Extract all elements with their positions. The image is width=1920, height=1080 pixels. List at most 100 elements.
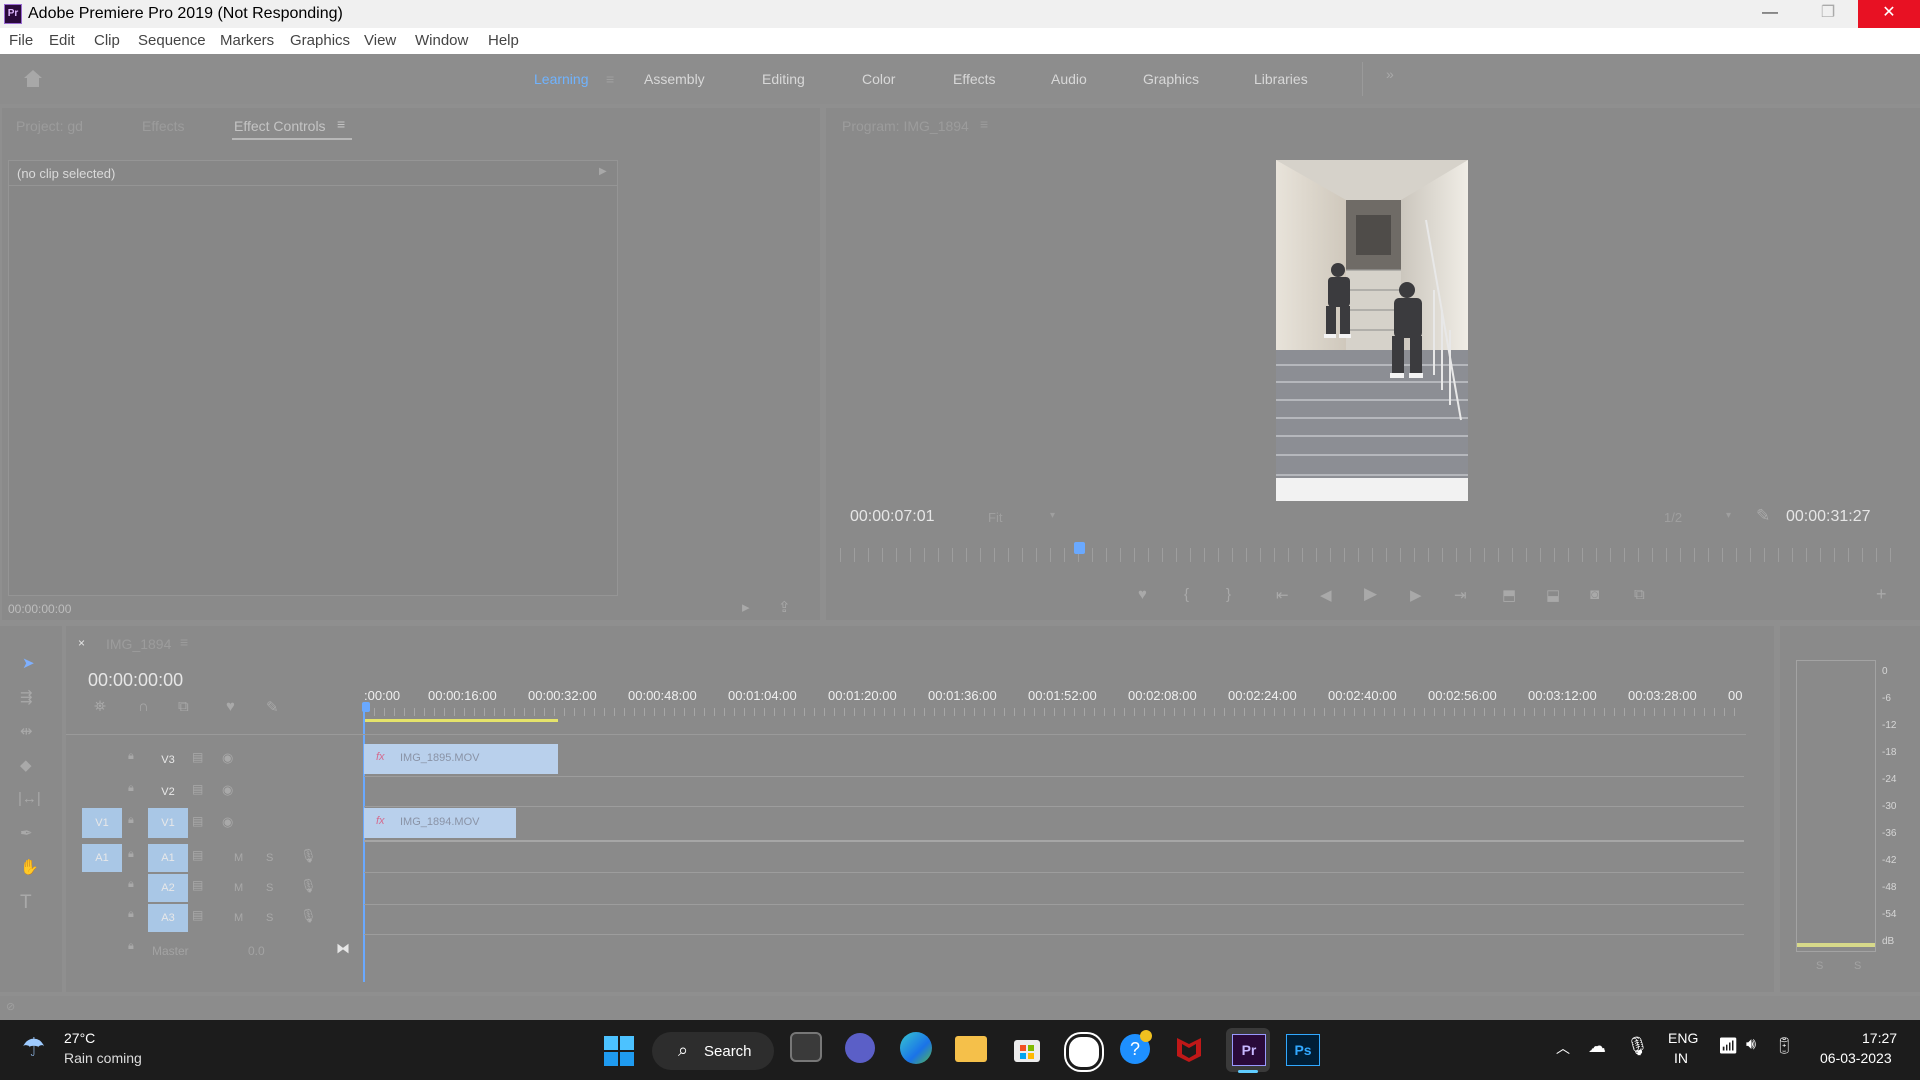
microsoft-store-icon[interactable] xyxy=(1012,1034,1042,1064)
source-patch-v1[interactable]: V1 xyxy=(82,808,122,838)
volume-icon[interactable]: 🔊︎ xyxy=(1746,1036,1756,1054)
filter-icon[interactable]: ▸ xyxy=(742,598,750,616)
source-patch-a1[interactable]: A1 xyxy=(82,844,122,872)
microphone-icon[interactable]: 🎙︎ xyxy=(300,878,317,894)
track-label-a2[interactable]: A2 xyxy=(148,874,188,902)
workspace-learning[interactable]: Learning xyxy=(534,71,589,87)
wifi-icon[interactable]: 📶︎ xyxy=(1718,1036,1738,1056)
program-menu-icon[interactable]: ≡ xyxy=(980,116,988,132)
workspace-effects[interactable]: Effects xyxy=(953,71,996,87)
onedrive-icon[interactable]: ☁ xyxy=(1588,1036,1606,1057)
tab-effects[interactable]: Effects xyxy=(142,118,185,134)
menu-edit[interactable]: Edit xyxy=(49,32,75,49)
mark-in-icon[interactable]: { xyxy=(1184,586,1189,603)
workspace-color[interactable]: Color xyxy=(862,71,895,87)
taskbar-search-box[interactable]: ⌕ Search xyxy=(652,1032,774,1070)
resolution-dropdown-arrow-icon[interactable]: ▾ xyxy=(1726,510,1731,521)
edge-icon[interactable] xyxy=(900,1032,932,1064)
sync-lock-icon[interactable]: ▤ xyxy=(192,814,203,828)
button-editor-icon[interactable]: + xyxy=(1876,584,1887,605)
sync-lock-icon[interactable]: ▤ xyxy=(192,908,203,922)
mcafee-icon[interactable] xyxy=(1174,1034,1204,1064)
eye-icon[interactable]: ◉ xyxy=(222,750,233,766)
menu-help[interactable]: Help xyxy=(488,32,519,49)
lock-icon[interactable]: 🔒︎ xyxy=(128,848,134,861)
workspace-editing[interactable]: Editing xyxy=(762,71,805,87)
sequence-tab[interactable]: IMG_1894 xyxy=(106,636,171,652)
go-to-end-icon[interactable]: ⧓ xyxy=(336,940,350,957)
sync-lock-icon[interactable]: ▤ xyxy=(192,782,203,796)
clock-date[interactable]: 06-03-2023 xyxy=(1820,1050,1892,1066)
razor-tool-icon[interactable]: ◆ xyxy=(20,756,32,774)
file-explorer-icon[interactable] xyxy=(955,1036,987,1062)
more-workspaces-icon[interactable]: » xyxy=(1386,66,1394,82)
teams-icon[interactable] xyxy=(845,1033,875,1063)
track-label-a3[interactable]: A3 xyxy=(148,904,188,932)
ripple-edit-tool-icon[interactable]: ⇹ xyxy=(20,722,33,740)
lock-icon[interactable]: 🔒︎ xyxy=(128,878,134,891)
add-marker-icon[interactable]: ♥ xyxy=(1138,586,1147,603)
weather-temp[interactable]: 27°C xyxy=(64,1030,95,1046)
menu-file[interactable]: File xyxy=(9,32,33,49)
slip-tool-icon[interactable]: |↔| xyxy=(18,790,41,807)
workspace-graphics[interactable]: Graphics xyxy=(1143,71,1199,87)
selection-tool-icon[interactable]: ➤ xyxy=(22,654,35,672)
export-frame-icon[interactable]: ◙ xyxy=(1590,586,1599,603)
clip-img-1895[interactable]: fx IMG_1895.MOV xyxy=(364,744,558,774)
lift-icon[interactable]: ⬒ xyxy=(1502,586,1516,604)
workspace-libraries[interactable]: Libraries xyxy=(1254,71,1308,87)
minimize-button[interactable]: — xyxy=(1742,0,1798,28)
microphone-icon[interactable]: 🎙︎ xyxy=(300,908,317,924)
fit-dropdown[interactable]: Fit xyxy=(988,510,1002,525)
menu-view[interactable]: View xyxy=(364,32,396,49)
mute-button[interactable]: M xyxy=(234,882,243,894)
eye-icon[interactable]: ◉ xyxy=(222,814,233,830)
timeline-settings-icon[interactable]: ✎ xyxy=(266,698,279,716)
hand-tool-icon[interactable]: ✋ xyxy=(20,858,39,876)
workspace-menu-icon[interactable]: ≡ xyxy=(606,71,614,87)
track-label-v3[interactable]: V3 xyxy=(156,754,180,766)
close-button[interactable]: ✕ xyxy=(1858,0,1920,28)
step-forward-icon[interactable]: ▶ xyxy=(1410,586,1422,604)
solo-button[interactable]: S xyxy=(266,882,273,894)
panel-menu-icon[interactable]: ≡ xyxy=(337,116,345,132)
lock-icon[interactable]: 🔒︎ xyxy=(128,750,134,763)
snap-icon[interactable]: ∩ xyxy=(138,698,149,715)
menu-graphics[interactable]: Graphics xyxy=(290,32,350,49)
sync-lock-icon[interactable]: ▤ xyxy=(192,878,203,892)
sequence-menu-icon[interactable]: ≡ xyxy=(180,634,188,650)
mute-button[interactable]: M xyxy=(234,912,243,924)
program-playhead[interactable] xyxy=(1073,542,1085,554)
clip-img-1894[interactable]: fx IMG_1894.MOV xyxy=(364,808,516,838)
close-sequence-icon[interactable]: × xyxy=(78,636,85,650)
solo-right-button[interactable]: S xyxy=(1854,960,1861,972)
menu-markers[interactable]: Markers xyxy=(220,32,274,49)
weather-rain-icon[interactable]: ☂ xyxy=(22,1032,45,1063)
microphone-icon[interactable]: 🎙︎ xyxy=(300,848,317,864)
go-to-in-icon[interactable]: ⇤ xyxy=(1276,586,1289,604)
nest-icon[interactable]: ⛯ xyxy=(94,698,106,715)
solo-button[interactable]: S xyxy=(266,852,273,864)
track-label-v1[interactable]: V1 xyxy=(148,808,188,838)
language-line1[interactable]: ENG xyxy=(1668,1030,1698,1046)
task-view-icon[interactable] xyxy=(790,1032,822,1062)
type-tool-icon[interactable]: T xyxy=(20,892,32,914)
menu-sequence[interactable]: Sequence xyxy=(138,32,206,49)
premiere-taskbar-button[interactable]: Pr xyxy=(1226,1028,1270,1073)
language-line2[interactable]: IN xyxy=(1674,1050,1688,1066)
photoshop-icon[interactable]: Ps xyxy=(1286,1034,1320,1066)
solo-button[interactable]: S xyxy=(266,912,273,924)
mute-button[interactable]: M xyxy=(234,852,243,864)
step-back-icon[interactable]: ◀ xyxy=(1320,586,1332,604)
resolution-dropdown[interactable]: 1/2 xyxy=(1664,510,1682,525)
lock-icon[interactable]: 🔒︎ xyxy=(128,814,134,827)
timeline-marker-icon[interactable]: ♥ xyxy=(226,698,235,715)
lock-icon[interactable]: 🔒︎ xyxy=(128,782,134,795)
battery-icon[interactable]: 🔋︎ xyxy=(1774,1036,1794,1056)
chevron-up-icon[interactable]: ︿ xyxy=(1556,1038,1570,1058)
program-ruler[interactable] xyxy=(840,548,1900,562)
track-select-tool-icon[interactable]: ⇶ xyxy=(20,688,33,706)
export-icon[interactable]: ⇪ xyxy=(778,598,791,616)
weather-desc[interactable]: Rain coming xyxy=(64,1050,142,1066)
master-value[interactable]: 0.0 xyxy=(248,944,265,958)
